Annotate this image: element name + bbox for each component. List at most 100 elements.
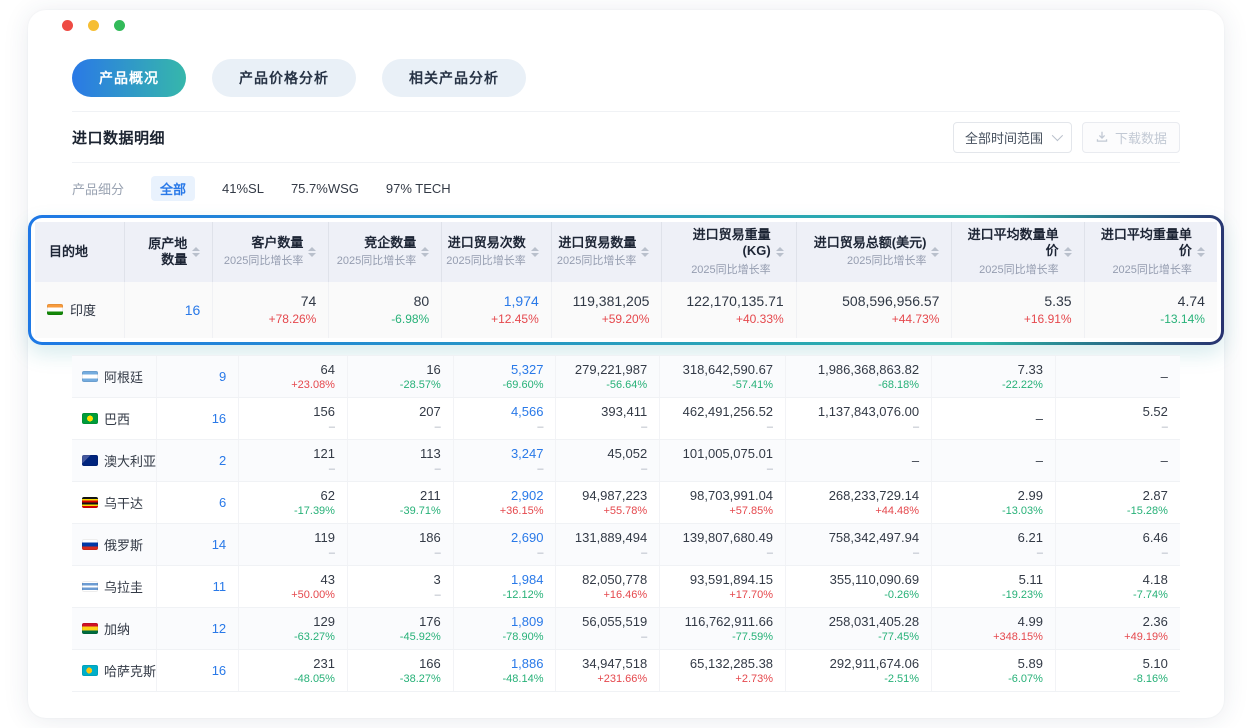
table-cell: 82,050,778+16.46%: [555, 566, 659, 607]
maximize-button[interactable]: [114, 20, 125, 31]
sort-caret-icon[interactable]: [192, 247, 200, 257]
cell-growth: +49.19%: [1124, 631, 1168, 643]
sort-caret-icon[interactable]: [641, 247, 649, 257]
download-icon: [1095, 130, 1109, 144]
tab-product-overview[interactable]: 产品概况: [72, 59, 186, 97]
cell-value: 16: [185, 302, 201, 318]
cell-value: 4,566: [511, 404, 544, 419]
table-cell: 62-17.39%: [238, 482, 347, 523]
column-header-2[interactable]: 原产地数量: [124, 222, 212, 282]
cell-value: 5.11: [1019, 572, 1043, 587]
destination-cell: 乌拉圭: [72, 566, 156, 607]
destination-cell: 俄罗斯: [72, 524, 156, 565]
column-subtitle: 2025同比增长率: [337, 252, 416, 268]
cell-growth: –: [767, 547, 773, 559]
sort-caret-icon[interactable]: [531, 247, 539, 257]
close-button[interactable]: [62, 20, 73, 31]
sort-caret-icon[interactable]: [931, 247, 939, 257]
cell-growth: +40.33%: [736, 312, 784, 326]
cell-dash: –: [1161, 369, 1168, 384]
table-row-gh[interactable]: 加纳12129-63.27%176-45.92%1,809-78.90%56,0…: [72, 607, 1180, 649]
column-title: 进口平均重量单价: [1089, 227, 1192, 260]
cell-value: 6.21: [1018, 530, 1043, 545]
table-cell: 98,703,991.04+57.85%: [659, 482, 785, 523]
cell-value: 56,055,519: [582, 614, 647, 629]
cell-value: 62: [321, 488, 335, 503]
window-controls: [62, 10, 1180, 31]
destination-cell: 澳大利亚: [72, 440, 156, 481]
flag-kz-icon: [82, 665, 98, 676]
cell-value: 64: [321, 362, 335, 377]
filter-chip-sl[interactable]: 41%SL: [222, 181, 264, 196]
download-button[interactable]: 下载数据: [1082, 122, 1180, 153]
column-header-5[interactable]: 进口贸易次数2025同比增长率: [441, 222, 551, 282]
cell-value: 14: [212, 537, 226, 552]
table-row-au[interactable]: 澳大利亚2121–113–3,247–45,052–101,005,075.01…: [72, 439, 1180, 481]
cell-growth: +23.08%: [291, 379, 335, 391]
table-cell: 258,031,405.28-77.45%: [785, 608, 931, 649]
column-header-9[interactable]: 进口平均数量单价2025同比增长率: [951, 222, 1083, 282]
cell-growth: –: [329, 547, 335, 559]
column-header-10[interactable]: 进口平均重量单价2025同比增长率: [1084, 222, 1217, 282]
time-range-select[interactable]: 全部时间范围: [953, 122, 1072, 153]
column-header-7[interactable]: 进口贸易重量(KG)2025同比增长率: [661, 222, 795, 282]
cell-value: 3,247: [511, 446, 544, 461]
cell-value: 156: [313, 404, 335, 419]
table-cell: 2,690–: [453, 524, 556, 565]
column-header-4[interactable]: 竞企数量2025同比增长率: [328, 222, 441, 282]
column-header-text: 进口贸易总额(美元)2025同比增长率: [814, 235, 927, 268]
download-label: 下载数据: [1115, 128, 1167, 147]
table-row-ar[interactable]: 阿根廷964+23.08%16-28.57%5,327-69.60%279,22…: [72, 355, 1180, 397]
sort-caret-icon[interactable]: [1064, 247, 1072, 257]
flag-au-icon: [82, 455, 98, 466]
table-cell: 176-45.92%: [347, 608, 453, 649]
cell-value: 98,703,991.04: [690, 488, 773, 503]
table-row-ru[interactable]: 俄罗斯14119–186–2,690–131,889,494–139,807,6…: [72, 523, 1180, 565]
cell-growth: -2.51%: [884, 673, 919, 685]
table-row-uy[interactable]: 乌拉圭1143+50.00%3–1,984-12.12%82,050,778+1…: [72, 565, 1180, 607]
table-cell: 94,987,223+55.78%: [555, 482, 659, 523]
filter-chip-tech[interactable]: 97% TECH: [386, 181, 451, 196]
cell-growth: -45.92%: [400, 631, 441, 643]
column-header-text: 进口贸易次数2025同比增长率: [446, 235, 525, 268]
column-title: 进口贸易总额(美元): [814, 235, 927, 251]
table-cell: 2.87-15.28%: [1055, 482, 1180, 523]
column-header-6[interactable]: 进口贸易数量2025同比增长率: [551, 222, 662, 282]
cell-growth: –: [1162, 547, 1168, 559]
cell-value: 65,132,285.38: [690, 656, 773, 671]
cell-growth: -77.45%: [878, 631, 919, 643]
column-header-text: 进口贸易数量2025同比增长率: [557, 235, 636, 268]
cell-value: 2.99: [1018, 488, 1043, 503]
column-subtitle: 2025同比增长率: [814, 252, 927, 268]
cell-value: 7.33: [1018, 362, 1043, 377]
cell-value: 139,807,680.49: [683, 530, 773, 545]
cell-growth: +59.20%: [602, 312, 650, 326]
column-header-8[interactable]: 进口贸易总额(美元)2025同比增长率: [796, 222, 952, 282]
column-header-3[interactable]: 客户数量2025同比增长率: [212, 222, 328, 282]
table-cell: 7.33-22.22%: [931, 356, 1055, 397]
column-header-text: 进口平均数量单价2025同比增长率: [956, 227, 1058, 277]
sort-caret-icon[interactable]: [421, 247, 429, 257]
sort-caret-icon[interactable]: [308, 247, 316, 257]
cell-value: 94,987,223: [582, 488, 647, 503]
minimize-button[interactable]: [88, 20, 99, 31]
cell-value: 121: [313, 446, 335, 461]
sort-caret-icon[interactable]: [1197, 247, 1205, 257]
table-cell: 131,889,494–: [555, 524, 659, 565]
table-row-ug[interactable]: 乌干达662-17.39%211-39.71%2,902+36.15%94,98…: [72, 481, 1180, 523]
cell-value: 119: [314, 530, 335, 545]
table-cell: 166-38.27%: [347, 650, 453, 691]
filter-chip-wsg[interactable]: 75.7%WSG: [291, 181, 359, 196]
cell-value: 122,170,135.71: [686, 293, 783, 309]
cell-growth: -68.18%: [878, 379, 919, 391]
table-row-kz[interactable]: 哈萨克斯坦16231-48.05%166-38.27%1,886-48.14%3…: [72, 649, 1180, 691]
tab-related-product-analysis[interactable]: 相关产品分析: [382, 59, 526, 97]
tab-product-price-analysis[interactable]: 产品价格分析: [212, 59, 356, 97]
table-row-br[interactable]: 巴西16156–207–4,566–393,411–462,491,256.52…: [72, 397, 1180, 439]
cell-value: 5.52: [1143, 404, 1168, 419]
filter-chip-all[interactable]: 全部: [151, 176, 195, 201]
highlighted-row[interactable]: 印度1674+78.26%80-6.98%1,974+12.45%119,381…: [35, 282, 1217, 338]
cell-growth: +16.46%: [603, 589, 647, 601]
sort-caret-icon[interactable]: [776, 247, 784, 257]
section-header: 进口数据明细 全部时间范围 下载数据: [72, 111, 1180, 163]
